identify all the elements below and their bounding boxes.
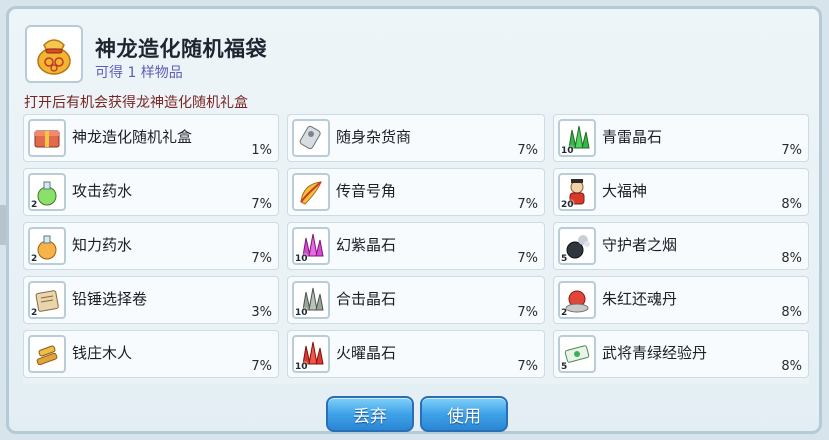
item-probability: 7% xyxy=(517,305,538,320)
reward-item[interactable]: 2 铅锤选择卷 3% xyxy=(23,276,279,324)
smoke-bomb-icon: 5 xyxy=(558,227,596,265)
attack-potion-icon: 2 xyxy=(28,173,66,211)
item-count: 2 xyxy=(31,254,38,264)
item-count: 10 xyxy=(295,254,308,264)
item-subtitle: 可得 1 样物品 xyxy=(95,65,183,81)
int-potion-icon: 2 xyxy=(28,227,66,265)
item-probability: 7% xyxy=(251,359,272,374)
item-probability: 7% xyxy=(517,359,538,374)
green-crystal-icon: 10 xyxy=(558,119,596,157)
exp-pill-icon: 5 xyxy=(558,335,596,373)
item-count: 5 xyxy=(561,362,568,372)
item-probability: 7% xyxy=(781,143,802,158)
item-name: 火曜晶石 xyxy=(336,344,397,362)
item-probability: 8% xyxy=(781,305,802,320)
item-probability: 3% xyxy=(251,305,272,320)
reward-item[interactable]: 钱庄木人 7% xyxy=(23,330,279,378)
item-count: 10 xyxy=(561,146,574,156)
reward-item[interactable]: 5 守护者之烟 8% xyxy=(553,222,809,270)
item-probability: 1% xyxy=(251,143,272,158)
item-title: 神龙造化随机福袋 xyxy=(95,37,267,61)
item-name: 守护者之烟 xyxy=(602,236,678,254)
item-name: 合击晶石 xyxy=(336,290,397,308)
wooden-dummy-icon xyxy=(28,335,66,373)
item-count: 2 xyxy=(31,200,38,210)
discard-button[interactable]: 丢弃 xyxy=(326,396,414,432)
merchant-icon xyxy=(292,119,330,157)
item-probability: 7% xyxy=(517,197,538,212)
reward-item[interactable]: 2 知力药水 7% xyxy=(23,222,279,270)
item-name: 武将青绿经验丹 xyxy=(602,344,708,362)
gift-box-icon xyxy=(28,119,66,157)
scroll-icon: 2 xyxy=(28,281,66,319)
item-count: 10 xyxy=(295,308,308,318)
reward-item[interactable]: 传音号角 7% xyxy=(287,168,545,216)
purple-crystal-icon: 10 xyxy=(292,227,330,265)
reward-item[interactable]: 随身杂货商 7% xyxy=(287,114,545,162)
item-count: 5 xyxy=(561,254,568,264)
fortune-god-icon: 20 xyxy=(558,173,596,211)
reward-item[interactable]: 10 合击晶石 7% xyxy=(287,276,545,324)
reward-item[interactable]: 10 青雷晶石 7% xyxy=(553,114,809,162)
red-pill-icon: 2 xyxy=(558,281,596,319)
item-count: 2 xyxy=(561,308,568,318)
item-name: 青雷晶石 xyxy=(602,128,663,146)
use-button[interactable]: 使用 xyxy=(420,396,508,432)
reward-item[interactable]: 2 朱红还魂丹 8% xyxy=(553,276,809,324)
item-name: 大福神 xyxy=(602,182,648,200)
reward-item[interactable]: 神龙造化随机礼盒 1% xyxy=(23,114,279,162)
item-probability: 8% xyxy=(781,359,802,374)
item-name: 随身杂货商 xyxy=(336,128,412,146)
item-description: 打开后有机会获得龙神造化随机礼盒 xyxy=(24,95,248,111)
item-name: 钱庄木人 xyxy=(72,344,133,362)
horn-icon xyxy=(292,173,330,211)
lucky-bag-icon xyxy=(25,25,83,83)
item-count: 10 xyxy=(295,362,308,372)
reward-item[interactable]: 10 火曜晶石 7% xyxy=(287,330,545,378)
item-name: 幻紫晶石 xyxy=(336,236,397,254)
item-probability: 8% xyxy=(781,251,802,266)
item-name: 传音号角 xyxy=(336,182,397,200)
item-count: 20 xyxy=(561,200,574,210)
gray-crystal-icon: 10 xyxy=(292,281,330,319)
reward-item[interactable]: 2 攻击药水 7% xyxy=(23,168,279,216)
item-name: 攻击药水 xyxy=(72,182,133,200)
item-probability: 8% xyxy=(781,197,802,212)
reward-item[interactable]: 10 幻紫晶石 7% xyxy=(287,222,545,270)
item-count: 2 xyxy=(31,308,38,318)
red-crystal-icon: 10 xyxy=(292,335,330,373)
item-name: 知力药水 xyxy=(72,236,133,254)
item-name: 朱红还魂丹 xyxy=(602,290,678,308)
reward-item[interactable]: 5 武将青绿经验丹 8% xyxy=(553,330,809,378)
item-probability: 7% xyxy=(251,251,272,266)
item-dialog: 神龙造化随机福袋 可得 1 样物品 打开后有机会获得龙神造化随机礼盒 神龙造化随… xyxy=(6,6,822,434)
item-name: 神龙造化随机礼盒 xyxy=(72,128,193,146)
reward-item[interactable]: 20 大福神 8% xyxy=(553,168,809,216)
item-probability: 7% xyxy=(251,197,272,212)
item-name: 铅锤选择卷 xyxy=(72,290,148,308)
reward-list: 神龙造化随机礼盒 1% 随身杂货商 7% 10 青雷晶石 7% 2 攻击药水 7% 传音号角 7% 20… xyxy=(23,114,809,384)
item-probability: 7% xyxy=(517,143,538,158)
item-probability: 7% xyxy=(517,251,538,266)
